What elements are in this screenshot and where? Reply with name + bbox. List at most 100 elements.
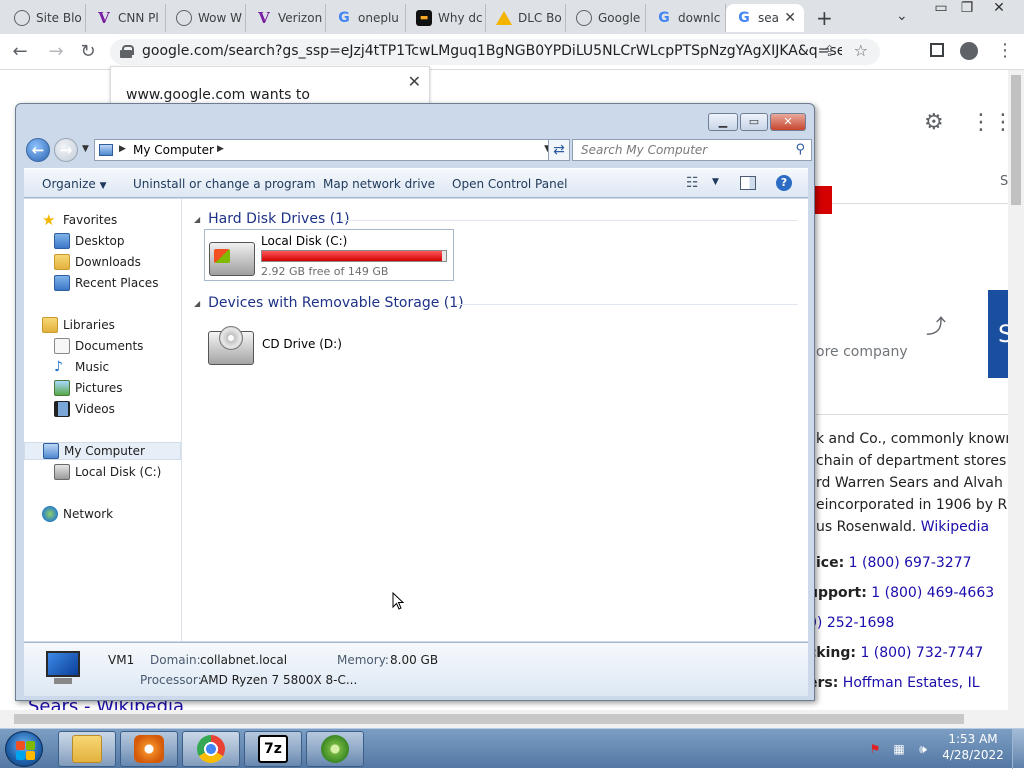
open-control-panel-button[interactable]: Open Control Panel xyxy=(452,177,567,191)
kp-desc-line: rd Warren Sears and Alvah C xyxy=(816,475,1018,491)
collapse-triangle-icon[interactable]: ◢ xyxy=(194,299,200,308)
new-tab-button[interactable]: + xyxy=(816,6,833,30)
mouse-cursor-icon xyxy=(392,592,404,610)
phone-link[interactable]: 0) 252-1698 xyxy=(808,615,894,631)
nav-libraries[interactable]: Libraries xyxy=(42,316,115,334)
help-icon[interactable]: ? xyxy=(776,175,792,191)
share-icon[interactable]: ⤴ xyxy=(926,310,946,339)
browser-tab[interactable]: G downlc xyxy=(646,4,726,32)
organize-button[interactable]: Organize ▼ xyxy=(42,177,107,191)
phone-link[interactable]: 1 (800) 469-4663 xyxy=(871,585,994,601)
nav-downloads[interactable]: Downloads xyxy=(54,253,141,271)
taskbar-chrome-button[interactable] xyxy=(182,731,240,767)
windows-taskbar: 7z ⚑ ▦ 🕪 1:53 AM 4/28/2022 xyxy=(0,728,1024,769)
taskbar-clock[interactable]: 1:53 AM 4/28/2022 xyxy=(938,731,1008,763)
chevron-down-icon[interactable]: ▼ xyxy=(712,177,719,187)
kebab-menu-icon[interactable]: ⋮ xyxy=(996,40,1014,61)
cd-drive-d-tile[interactable]: CD Drive (D:) xyxy=(204,321,344,371)
group-header-hard-disks[interactable]: ◢ Hard Disk Drives (1) xyxy=(194,211,350,227)
uninstall-program-button[interactable]: Uninstall or change a program xyxy=(133,177,316,191)
group-header-removable[interactable]: ◢ Devices with Removable Storage (1) xyxy=(194,295,464,311)
map-network-drive-button[interactable]: Map network drive xyxy=(323,177,435,191)
forward-arrow-icon[interactable]: → xyxy=(54,138,78,162)
nav-label: Recent Places xyxy=(75,276,159,290)
browser-tab[interactable]: Google xyxy=(566,4,646,32)
search-icon[interactable]: ⚲ xyxy=(795,142,805,157)
media-player-icon xyxy=(134,735,164,763)
horizontal-scrollbar[interactable] xyxy=(0,710,1024,728)
local-disk-c-tile[interactable]: Local Disk (C:) 2.92 GB free of 149 GB xyxy=(204,229,454,281)
browser-tab[interactable]: Wow W xyxy=(166,4,246,32)
divider xyxy=(816,414,1008,415)
wikipedia-link[interactable]: Wikipedia xyxy=(921,519,989,535)
browser-tab[interactable]: Site Blo xyxy=(4,4,86,32)
breadcrumb-arrow-icon[interactable]: ▶ xyxy=(119,144,126,154)
browser-tab[interactable]: G oneplu xyxy=(326,4,406,32)
preview-pane-icon[interactable] xyxy=(740,176,756,190)
nav-videos[interactable]: Videos xyxy=(54,400,115,418)
explorer-close-button[interactable]: ✕ xyxy=(770,113,806,131)
scrollbar-thumb[interactable] xyxy=(1011,75,1021,205)
profile-avatar[interactable] xyxy=(960,42,978,60)
browser-tab[interactable]: DLC Bo xyxy=(486,4,566,32)
nav-my-computer[interactable]: My Computer xyxy=(24,442,181,460)
nav-recent-places[interactable]: Recent Places xyxy=(54,274,158,292)
taskbar-app-button[interactable] xyxy=(306,731,364,767)
show-desktop-button[interactable] xyxy=(1012,729,1024,769)
restore-button[interactable]: ❐ xyxy=(954,0,980,18)
close-icon[interactable]: ✕ xyxy=(408,72,421,91)
explorer-titlebar[interactable]: ▁ ▭ ✕ xyxy=(16,104,814,134)
side-panel-icon[interactable] xyxy=(930,43,944,57)
back-icon[interactable]: ← xyxy=(8,40,32,64)
share-icon[interactable]: ⇪ xyxy=(823,42,836,60)
explorer-maximize-button[interactable]: ▭ xyxy=(740,113,768,131)
kp-desc-line: chain of department stores xyxy=(816,453,1007,469)
browser-tab[interactable]: ▬ Why dc xyxy=(406,4,486,32)
nav-documents[interactable]: Documents xyxy=(54,337,143,355)
kp-fact-label: cking: xyxy=(808,645,856,661)
bookmark-star-icon[interactable]: ☆ xyxy=(854,41,868,60)
minimize-button[interactable]: ▭ xyxy=(928,0,954,18)
close-tab-icon[interactable]: ✕ xyxy=(784,10,796,26)
scrollbar-thumb[interactable] xyxy=(14,714,964,724)
lock-icon[interactable] xyxy=(120,45,134,58)
nav-music[interactable]: ♪ Music xyxy=(54,358,109,376)
vertical-scrollbar[interactable] xyxy=(1008,70,1024,710)
explorer-search-input[interactable]: Search My Computer ⚲ xyxy=(572,139,812,161)
browser-tab-active[interactable]: G sea ✕ xyxy=(726,4,804,32)
nav-favorites[interactable]: ★ Favorites xyxy=(42,211,117,229)
taskbar-7zip-button[interactable]: 7z xyxy=(244,731,302,767)
google-g-icon: G xyxy=(338,10,350,26)
close-window-button[interactable]: ✕ xyxy=(986,0,1012,18)
explorer-address-bar[interactable]: ▶ My Computer ▶ ▼ xyxy=(94,139,558,161)
browser-tab[interactable]: V Verizon xyxy=(246,4,326,32)
network-icon[interactable]: ▦ xyxy=(892,742,906,756)
action-center-flag-icon[interactable]: ⚑ xyxy=(868,742,882,756)
phone-link[interactable]: 1 (800) 732-7747 xyxy=(860,645,983,661)
view-options-icon[interactable]: ☷ xyxy=(686,175,699,191)
nav-network[interactable]: Network xyxy=(42,505,113,523)
forward-icon[interactable]: → xyxy=(44,40,68,64)
nav-pictures[interactable]: Pictures xyxy=(54,379,123,397)
back-arrow-icon[interactable]: ← xyxy=(26,138,50,162)
breadcrumb-arrow-icon[interactable]: ▶ xyxy=(217,144,224,154)
hq-link[interactable]: Hoffman Estates, IL xyxy=(843,675,980,691)
explorer-minimize-button[interactable]: ▁ xyxy=(708,113,738,131)
browser-tab[interactable]: V CNN Pl xyxy=(86,4,166,32)
nav-local-disk[interactable]: Local Disk (C:) xyxy=(54,463,161,481)
collapse-triangle-icon[interactable]: ◢ xyxy=(194,215,200,224)
taskbar-media-player-button[interactable] xyxy=(120,731,178,767)
recent-pages-chevron-icon[interactable]: ▼ xyxy=(82,144,89,154)
nav-desktop[interactable]: Desktop xyxy=(54,232,125,250)
tab-search-chevron-icon[interactable]: ⌄ xyxy=(896,8,908,24)
gear-icon[interactable]: ⚙ xyxy=(924,110,944,135)
volume-icon[interactable]: 🕪 xyxy=(916,742,930,756)
address-bar[interactable]: google.com/search?gs_ssp=eJzj4tTP1TcwLMg… xyxy=(110,39,880,65)
taskbar-explorer-button[interactable] xyxy=(58,731,116,767)
refresh-icon[interactable]: ⇄ xyxy=(548,139,570,161)
breadcrumb[interactable]: My Computer xyxy=(133,143,214,157)
phone-link[interactable]: 1 (800) 697-3277 xyxy=(849,555,972,571)
reload-icon[interactable]: ↻ xyxy=(76,40,100,64)
star-icon: ★ xyxy=(42,211,56,229)
start-button[interactable] xyxy=(5,731,43,767)
